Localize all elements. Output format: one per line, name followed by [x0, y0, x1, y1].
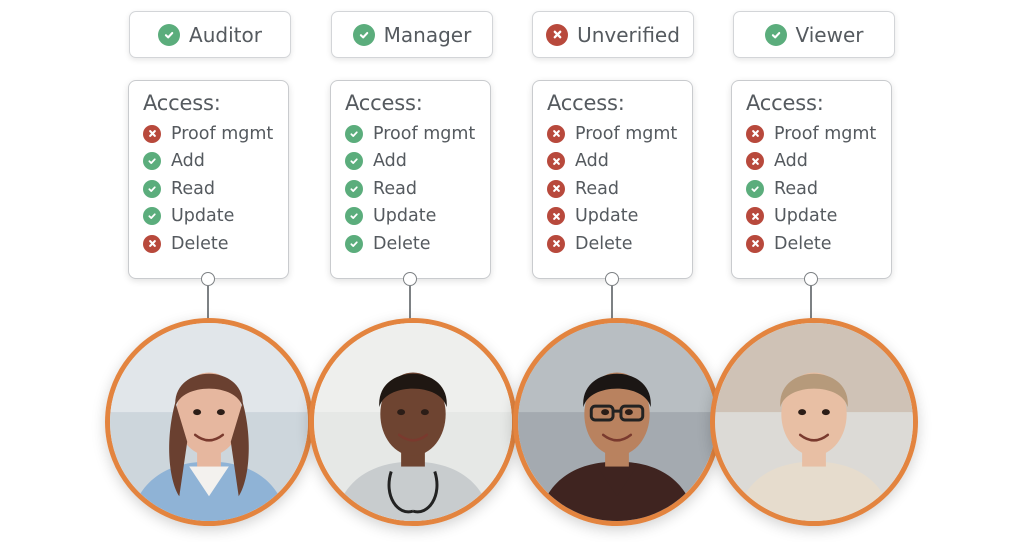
x-circle-icon: [547, 179, 565, 198]
x-circle-icon: [143, 124, 161, 143]
permission-label: Proof mgmt: [774, 123, 877, 144]
connector-node: [804, 272, 818, 286]
access-card-unverified: Access: Proof mgmt Add Read Update Delete: [532, 80, 693, 279]
permission-label: Delete: [171, 233, 229, 254]
x-circle-icon: [746, 152, 764, 171]
permission-item: Add: [345, 148, 490, 176]
role-name: Auditor: [189, 22, 262, 47]
permission-item: Update: [547, 203, 692, 231]
check-circle-icon: [143, 207, 161, 226]
x-circle-icon: [546, 23, 569, 46]
role-name: Manager: [383, 22, 472, 47]
permission-label: Proof mgmt: [171, 123, 274, 144]
check-circle-icon: [143, 179, 161, 198]
permission-item: Delete: [345, 230, 490, 258]
permission-item: Read: [746, 175, 891, 203]
permission-label: Read: [373, 178, 417, 199]
permission-label: Update: [774, 206, 838, 227]
permission-item: Update: [143, 203, 288, 231]
x-circle-icon: [547, 124, 565, 143]
permission-item: Read: [345, 175, 490, 203]
access-heading: Access:: [345, 91, 423, 115]
permission-item: Proof mgmt: [547, 120, 692, 148]
permission-item: Add: [746, 148, 891, 176]
check-circle-icon: [158, 23, 181, 46]
x-circle-icon: [547, 234, 565, 253]
role-name: Viewer: [795, 22, 864, 47]
x-circle-icon: [746, 234, 764, 253]
permission-label: Add: [774, 151, 808, 172]
permission-label: Add: [373, 151, 407, 172]
permission-label: Delete: [774, 233, 832, 254]
check-circle-icon: [764, 23, 787, 46]
access-card-manager: Access: Proof mgmt Add Read Update Delete: [330, 80, 491, 279]
check-circle-icon: [352, 23, 375, 46]
permission-label: Read: [171, 178, 215, 199]
permission-item: Add: [143, 148, 288, 176]
check-circle-icon: [345, 234, 363, 253]
permission-label: Proof mgmt: [575, 123, 678, 144]
connector-line: [207, 286, 209, 319]
role-tag-unverified: Unverified: [532, 11, 694, 58]
permission-label: Delete: [373, 233, 431, 254]
check-circle-icon: [746, 179, 764, 198]
check-circle-icon: [345, 207, 363, 226]
permission-label: Update: [171, 206, 235, 227]
permission-item: Update: [746, 203, 891, 231]
access-card-viewer: Access: Proof mgmt Add Read Update Delete: [731, 80, 892, 279]
connector-line: [611, 286, 613, 319]
access-heading: Access:: [746, 91, 824, 115]
connector-node: [605, 272, 619, 286]
permission-item: Delete: [143, 230, 288, 258]
permission-item: Proof mgmt: [345, 120, 490, 148]
connector-node: [201, 272, 215, 286]
check-circle-icon: [143, 152, 161, 171]
connector-line: [409, 286, 411, 319]
permission-label: Update: [575, 206, 639, 227]
avatar-viewer: [710, 318, 918, 526]
permission-item: Add: [547, 148, 692, 176]
access-card-auditor: Access: Proof mgmt Add Read Update Delete: [128, 80, 289, 279]
role-tag-viewer: Viewer: [733, 11, 895, 58]
avatar-auditor: [105, 318, 313, 526]
permission-label: Add: [575, 151, 609, 172]
x-circle-icon: [746, 124, 764, 143]
x-circle-icon: [547, 152, 565, 171]
role-tag-manager: Manager: [331, 11, 493, 58]
permission-item: Delete: [746, 230, 891, 258]
permission-label: Delete: [575, 233, 633, 254]
permission-label: Proof mgmt: [373, 123, 476, 144]
permission-item: Read: [143, 175, 288, 203]
connector-node: [403, 272, 417, 286]
permission-item: Read: [547, 175, 692, 203]
access-heading: Access:: [547, 91, 625, 115]
permission-item: Update: [345, 203, 490, 231]
check-circle-icon: [345, 179, 363, 198]
x-circle-icon: [746, 207, 764, 226]
check-circle-icon: [345, 124, 363, 143]
avatar-manager: [309, 318, 517, 526]
role-name: Unverified: [577, 22, 680, 47]
x-circle-icon: [143, 234, 161, 253]
permission-item: Proof mgmt: [746, 120, 891, 148]
x-circle-icon: [547, 207, 565, 226]
role-tag-auditor: Auditor: [129, 11, 291, 58]
permission-item: Delete: [547, 230, 692, 258]
permission-label: Read: [575, 178, 619, 199]
permission-label: Read: [774, 178, 818, 199]
permission-label: Update: [373, 206, 437, 227]
access-heading: Access:: [143, 91, 221, 115]
permission-item: Proof mgmt: [143, 120, 288, 148]
permission-label: Add: [171, 151, 205, 172]
check-circle-icon: [345, 152, 363, 171]
connector-line: [810, 286, 812, 319]
avatar-unverified: [513, 318, 721, 526]
